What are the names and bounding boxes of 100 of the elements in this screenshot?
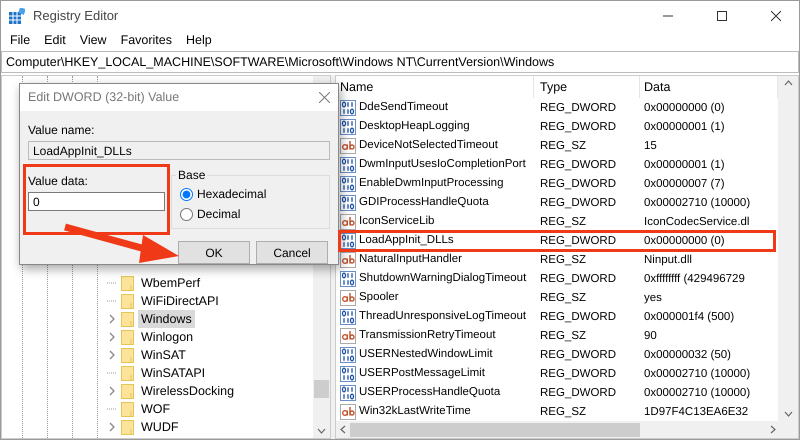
value-data: 0x000001f4 (500) [644,310,734,323]
value-type: REG_DWORD [540,178,616,190]
group-label: Base [177,168,206,182]
tree-item[interactable]: WOF [138,400,174,418]
menu-item[interactable]: Favorites [114,31,179,49]
string-value-icon [340,404,356,420]
value-name[interactable]: GDIProcessHandleQuota [359,194,489,212]
value-type: REG_DWORD [540,368,616,380]
value-data: Ninput.dll [644,254,692,266]
binary-value-icon [340,176,356,192]
dialog-title: Edit DWORD (32-bit) Value [28,89,180,106]
expand-chevron-icon[interactable] [109,314,115,324]
value-name[interactable]: TransmissionRetryTimeout [359,326,496,344]
value-type: REG_SZ [540,254,586,266]
tree-item[interactable]: WiFiDirectAPI [138,292,222,310]
close-icon[interactable] [771,11,781,21]
app-icon [9,8,25,24]
value-name[interactable]: USERNestedWindowLimit [359,346,493,364]
value-name[interactable]: DesktopHeapLogging [359,118,470,136]
value-data: yes [644,292,662,304]
value-type: REG_DWORD [540,348,616,361]
value-type: REG_DWORD [540,386,616,399]
tree-item[interactable]: WirelessDocking [138,382,238,400]
value-name[interactable]: LoadAppInit_DLLs [359,232,454,250]
binary-value-icon [340,346,356,362]
radio-label[interactable]: Decimal [197,205,240,223]
scroll-down-icon[interactable] [317,428,326,434]
value-name[interactable]: USERPostMessageLimit [359,364,485,382]
value-name[interactable]: ShutdownWarningDialogTimeout [359,270,526,288]
ok-button[interactable]: OK [178,241,250,264]
value-type: REG_SZ [540,406,586,418]
address-bar[interactable]: Computer\HKEY_LOCAL_MACHINE\SOFTWARE\Microsoft\Windows NT\CurrentVersion\Windows [1,51,799,73]
value-data: 0x00002710 (10000) [644,196,750,209]
radio-button[interactable] [180,208,194,220]
folder-icon [121,401,135,417]
string-value-icon [340,290,356,306]
value-data: 15 [644,140,657,152]
value-data: 0x00000007 (7) [644,178,725,190]
radio-label[interactable]: Hexadecimal [197,185,266,203]
binary-value-icon [340,194,356,210]
scroll-right-icon[interactable] [770,425,776,434]
input-field[interactable]: LoadAppInit_DLLs [28,141,330,160]
tree-item[interactable]: WinSATAPI [138,364,208,382]
value-data: 0x00002710 (10000) [644,368,750,380]
column-header[interactable]: Type [534,76,640,98]
radio-button[interactable] [180,188,194,200]
scrollbar[interactable] [778,76,798,421]
tree-item[interactable]: WinSAT [138,346,189,364]
value-name[interactable]: IconServiceLib [359,212,434,230]
value-data: 0xffffffff (429496729 [644,272,745,285]
value-data: 0x00000001 (1) [644,158,725,171]
tree-item[interactable]: WUDF [138,418,182,436]
value-data: 0x00000001 (1) [644,120,725,133]
binary-value-icon [340,100,356,116]
string-value-icon [340,252,356,268]
folder-icon [121,329,135,345]
scroll-thumb[interactable] [350,422,640,436]
value-type: REG_SZ [540,140,586,152]
value-type: REG_DWORD [540,196,616,209]
value-name[interactable]: Spooler [359,288,399,306]
expand-chevron-icon[interactable] [109,422,115,432]
window-title: Registry Editor [33,7,118,26]
menu-item[interactable]: File [3,31,38,49]
string-value-icon [340,138,356,154]
value-type: REG_DWORD [540,102,616,114]
value-name[interactable]: Win32kLastWriteTime [359,402,471,420]
value-type: REG_DWORD [540,272,616,285]
value-data: 0x00000000 (0) [644,234,725,247]
value-name[interactable]: USERProcessHandleQuota [359,384,500,402]
value-data: 90 [644,330,657,342]
input-field[interactable]: 0 [28,192,166,211]
scroll-thumb[interactable] [314,380,329,398]
value-name[interactable]: EnableDwmInputProcessing [359,174,504,192]
value-type: REG_SZ [540,216,586,228]
field-label: Value name: [28,122,96,139]
tree-item[interactable]: Windows [138,310,195,328]
folder-icon [121,419,135,435]
value-name[interactable]: DwmInputUsesIoCompletionPort [359,156,526,174]
scroll-left-icon[interactable] [340,425,346,434]
binary-value-icon [340,308,356,324]
tree-item[interactable]: WbemPerf [138,274,204,292]
maximize-icon[interactable] [717,11,727,21]
expand-chevron-icon[interactable] [109,386,115,396]
expand-chevron-icon[interactable] [109,332,115,342]
value-data: 0x00002710 (10000) [644,386,750,399]
string-value-icon [340,328,356,344]
cancel-button[interactable]: Cancel [256,241,328,264]
horizontal-scrollbar[interactable] [336,421,798,438]
expand-chevron-icon[interactable] [109,350,115,360]
value-name[interactable]: DdeSendTimeout [359,98,448,116]
value-name[interactable]: ThreadUnresponsiveLogTimeout [359,308,526,326]
value-name[interactable]: DeviceNotSelectedTimeout [359,136,498,154]
value-name[interactable]: NaturalInputHandler [359,250,462,268]
menu-item[interactable]: Edit [37,31,73,49]
scroll-down-icon[interactable] [784,411,792,417]
tree-item[interactable]: Winlogon [138,328,196,346]
folder-icon [121,383,135,399]
scroll-up-icon[interactable] [784,80,792,86]
menu-item[interactable]: View [72,31,114,49]
menu-item[interactable]: Help [178,31,219,49]
